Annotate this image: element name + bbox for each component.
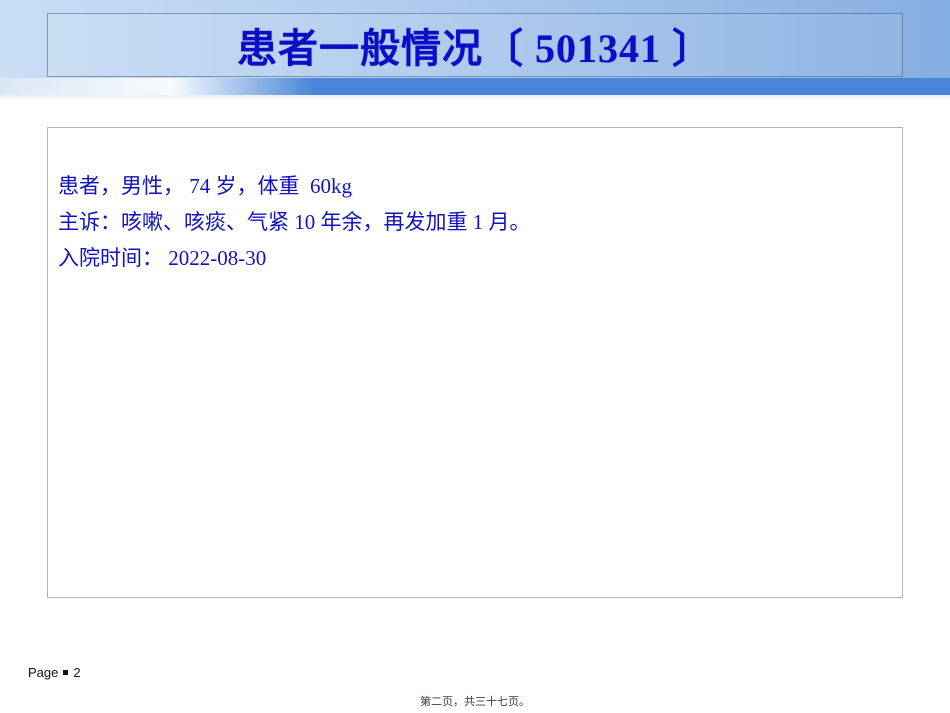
page-number: Page 2 bbox=[28, 665, 81, 680]
header-accent-band-fade bbox=[0, 95, 950, 101]
header-accent-band bbox=[0, 78, 950, 95]
square-bullet-icon bbox=[63, 670, 69, 675]
page-label: Page bbox=[28, 665, 59, 680]
body-line-chief-complaint: 主诉：咳嗽、咳痰、气紧 10 年余，再发加重 1 月。 bbox=[58, 210, 531, 234]
body-line-patient-info: 患者，男性， 74 岁，体重 60kg bbox=[58, 174, 352, 198]
page-number-value: 2 bbox=[73, 665, 81, 680]
slide-header: 患者一般情况〔 501341 〕 bbox=[0, 0, 950, 78]
slide: 患者一般情况〔 501341 〕 患者，男性， 74 岁，体重 60kg 主诉：… bbox=[0, 0, 950, 713]
title-box: 患者一般情况〔 501341 〕 bbox=[47, 13, 903, 77]
slide-title: 患者一般情况〔 501341 〕 bbox=[237, 26, 713, 71]
body-text-block: 患者，男性， 74 岁，体重 60kg 主诉：咳嗽、咳痰、气紧 10 年余，再发… bbox=[58, 168, 531, 276]
page-note: 第二页，共三十七页。 bbox=[420, 696, 530, 708]
content-box: 患者，男性， 74 岁，体重 60kg 主诉：咳嗽、咳痰、气紧 10 年余，再发… bbox=[47, 127, 903, 598]
body-line-admission-date: 入院时间： 2022-08-30 bbox=[58, 246, 267, 270]
